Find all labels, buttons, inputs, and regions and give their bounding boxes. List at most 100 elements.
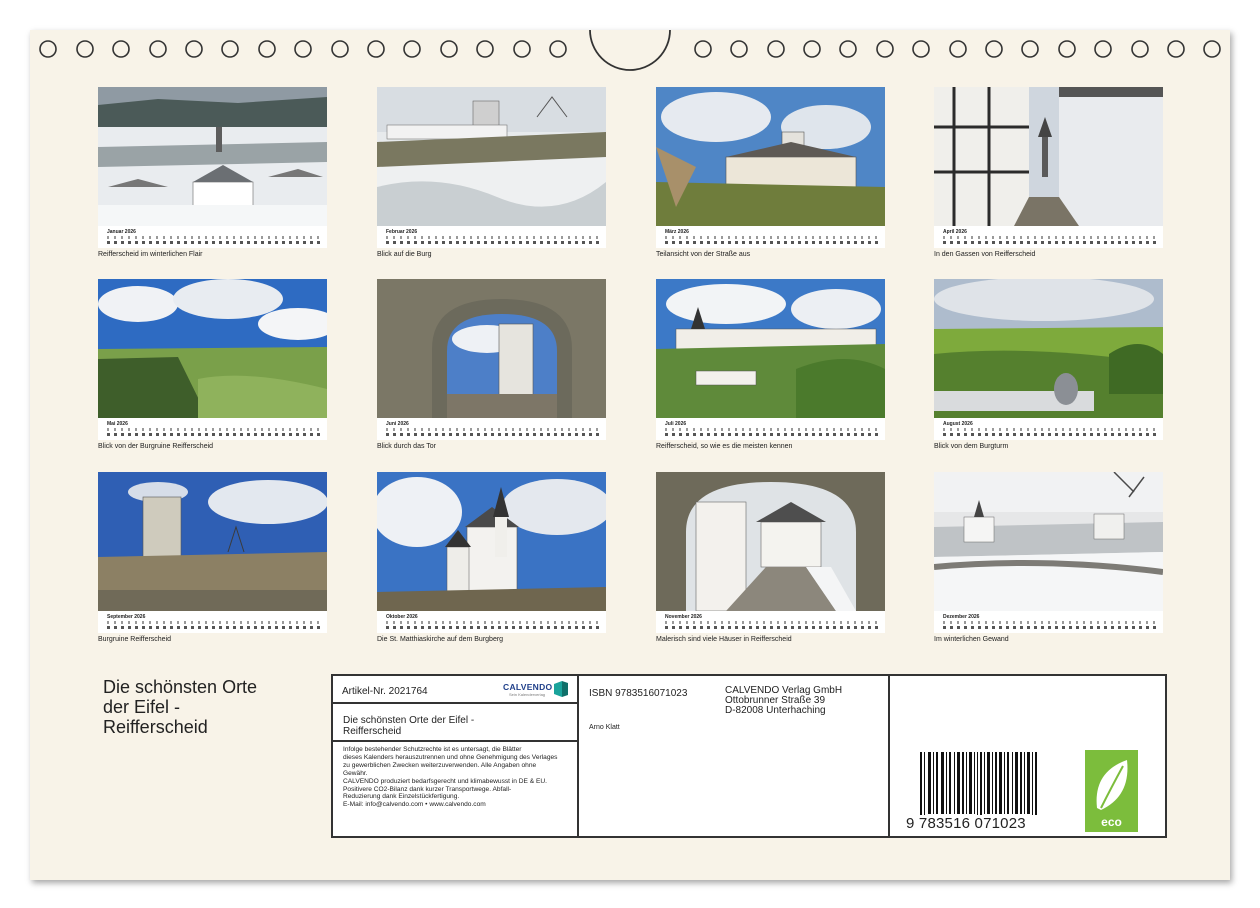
weekday-row [943, 428, 1157, 431]
weekday-row [386, 236, 600, 239]
calvendo-logo: CALVENDO Sein Kalenderverlag [503, 681, 569, 699]
photo-caption: Blick von der Burgruine Reifferscheid [98, 443, 214, 450]
info-column-middle: ISBN 9783516071023 CALVENDO Verlag GmbH … [579, 676, 890, 836]
product-title-line: Die schönsten Orte der Eifel - [343, 715, 475, 726]
weekday-row [386, 428, 600, 431]
photo-september [98, 472, 327, 611]
legal-line: CALVENDO produziert bedarfsgerecht und k… [343, 777, 548, 785]
weekday-row [943, 236, 1157, 239]
legal-line: Positivere CO2-Bilanz dank kurzer Transp… [343, 785, 512, 793]
month-name: Juli 2026 [665, 421, 687, 427]
month-tile-november: November 2026 Malerisch sind viele Häuse… [656, 472, 885, 643]
photo-caption: Reifferscheid, so wie es die meisten ken… [656, 443, 793, 450]
legal-line: E-Mail: info@calvendo.com • www.calvendo… [343, 801, 486, 809]
month-calendar-strip: Januar 2026 [98, 226, 327, 248]
isbn-number: ISBN 9783516071023 [589, 688, 688, 699]
photo-march [656, 87, 885, 226]
month-name: August 2026 [943, 421, 973, 427]
month-name: Oktober 2026 [386, 614, 418, 620]
weekday-row [943, 621, 1157, 624]
month-calendar-strip: Juli 2026 [656, 418, 885, 440]
month-name: September 2026 [107, 614, 146, 620]
day-number-row [943, 433, 1157, 436]
eco-badge: eco [1085, 750, 1138, 832]
weekday-row [665, 621, 879, 624]
photo-april [934, 87, 1163, 226]
day-number-row [665, 433, 879, 436]
month-calendar-strip: November 2026 [656, 611, 885, 633]
month-name: Januar 2026 [107, 229, 136, 235]
calendar-title: Die schönsten Orte der Eifel - Reiffersc… [103, 677, 323, 737]
month-calendar-strip: September 2026 [98, 611, 327, 633]
weekday-row [665, 236, 879, 239]
weekday-row [107, 621, 321, 624]
photo-november [656, 472, 885, 611]
day-number-row [943, 626, 1157, 629]
legal-line: dieses Kalenders herauszutrennen und ohn… [343, 753, 558, 761]
article-row: Artikel-Nr. 2021764 CALVENDO Sein Kalend… [333, 676, 577, 704]
calendar-title-line: Die schönsten Orte [103, 677, 258, 697]
month-tile-october: Oktober 2026 Die St. Matthiaskirche auf … [377, 472, 606, 643]
photo-caption: Die St. Matthiaskirche auf dem Burgberg [377, 636, 504, 643]
month-calendar-strip: August 2026 [934, 418, 1163, 440]
month-calendar-strip: Februar 2026 [377, 226, 606, 248]
photo-caption: Teilansicht von der Straße aus [656, 251, 751, 258]
photo-july [656, 279, 885, 418]
month-calendar-strip: März 2026 [656, 226, 885, 248]
photo-december [934, 472, 1163, 611]
month-calendar-strip: April 2026 [934, 226, 1163, 248]
legal-notice: Infolge bestehender Schutzrechte ist es … [343, 746, 575, 809]
weekday-row [386, 621, 600, 624]
weekday-row [107, 236, 321, 239]
legal-line: Reduzierung dank Einzelstückfertigung. [343, 793, 460, 801]
day-number-row [386, 433, 600, 436]
month-name: Mai 2026 [107, 421, 128, 427]
photo-january [98, 87, 327, 226]
info-column-left: Artikel-Nr. 2021764 CALVENDO Sein Kalend… [333, 676, 579, 836]
month-tile-august: August 2026 Blick von dem Burgturm [934, 279, 1163, 450]
photo-june [377, 279, 606, 418]
legal-line: zu gewerblichen Zwecken weiterzuverwende… [343, 761, 537, 769]
month-name: November 2026 [665, 614, 702, 620]
calvendo-logo-subtitle: Sein Kalenderverlag [509, 692, 546, 697]
eco-label: eco [1101, 815, 1122, 829]
calvendo-mark-icon [554, 681, 568, 697]
publisher-line: D-82008 Unterhaching [725, 705, 826, 716]
calvendo-logo-word: CALVENDO [503, 682, 553, 692]
legal-line: Gewähr. [343, 769, 368, 777]
calendar-title-line: Reifferscheid [103, 717, 208, 737]
photo-caption: In den Gassen von Reifferscheid [934, 251, 1036, 258]
day-number-row [107, 433, 321, 436]
month-tile-january: Januar 2026 Reifferscheid im winterliche… [98, 87, 327, 258]
legal-line: Infolge bestehender Schutzrechte ist es … [343, 746, 522, 753]
month-calendar-strip: Oktober 2026 [377, 611, 606, 633]
month-calendar-strip: Juni 2026 [377, 418, 606, 440]
product-title-line: Reifferscheid [343, 726, 402, 737]
month-name: März 2026 [665, 229, 689, 235]
publisher-info-box: Artikel-Nr. 2021764 CALVENDO Sein Kalend… [331, 674, 1167, 838]
calendar-title-line: der Eifel - [103, 697, 181, 717]
day-number-row [665, 626, 879, 629]
publisher-address: CALVENDO Verlag GmbH Ottobrunner Straße … [725, 686, 842, 716]
photo-caption: Im winterlichen Gewand [934, 636, 1009, 643]
month-name: Februar 2026 [386, 229, 418, 235]
month-name: April 2026 [943, 229, 967, 235]
photo-caption: Reifferscheid im winterlichen Flair [98, 251, 203, 258]
day-number-row [665, 241, 879, 244]
month-name: Dezember 2026 [943, 614, 980, 620]
photo-caption: Blick auf die Burg [377, 251, 432, 258]
month-tile-june: Juni 2026 Blick durch das Tor [377, 279, 606, 450]
day-number-row [943, 241, 1157, 244]
month-calendar-strip: Mai 2026 [98, 418, 327, 440]
photo-caption: Burgruine Reifferscheid [98, 636, 172, 643]
photo-caption: Malerisch sind viele Häuser in Reiffersc… [656, 636, 792, 643]
barcode-number: 9 783516 071023 [906, 815, 1046, 832]
photo-may [98, 279, 327, 418]
month-tile-march: März 2026 Teilansicht von der Straße aus [656, 87, 885, 258]
product-title: Die schönsten Orte der Eifel - Reiffersc… [343, 715, 523, 737]
day-number-row [107, 626, 321, 629]
weekday-row [107, 428, 321, 431]
month-tile-september: September 2026 Burgruine Reifferscheid [98, 472, 327, 643]
day-number-row [107, 241, 321, 244]
month-tile-april: April 2026 In den Gassen von Reiffersche… [934, 87, 1163, 258]
